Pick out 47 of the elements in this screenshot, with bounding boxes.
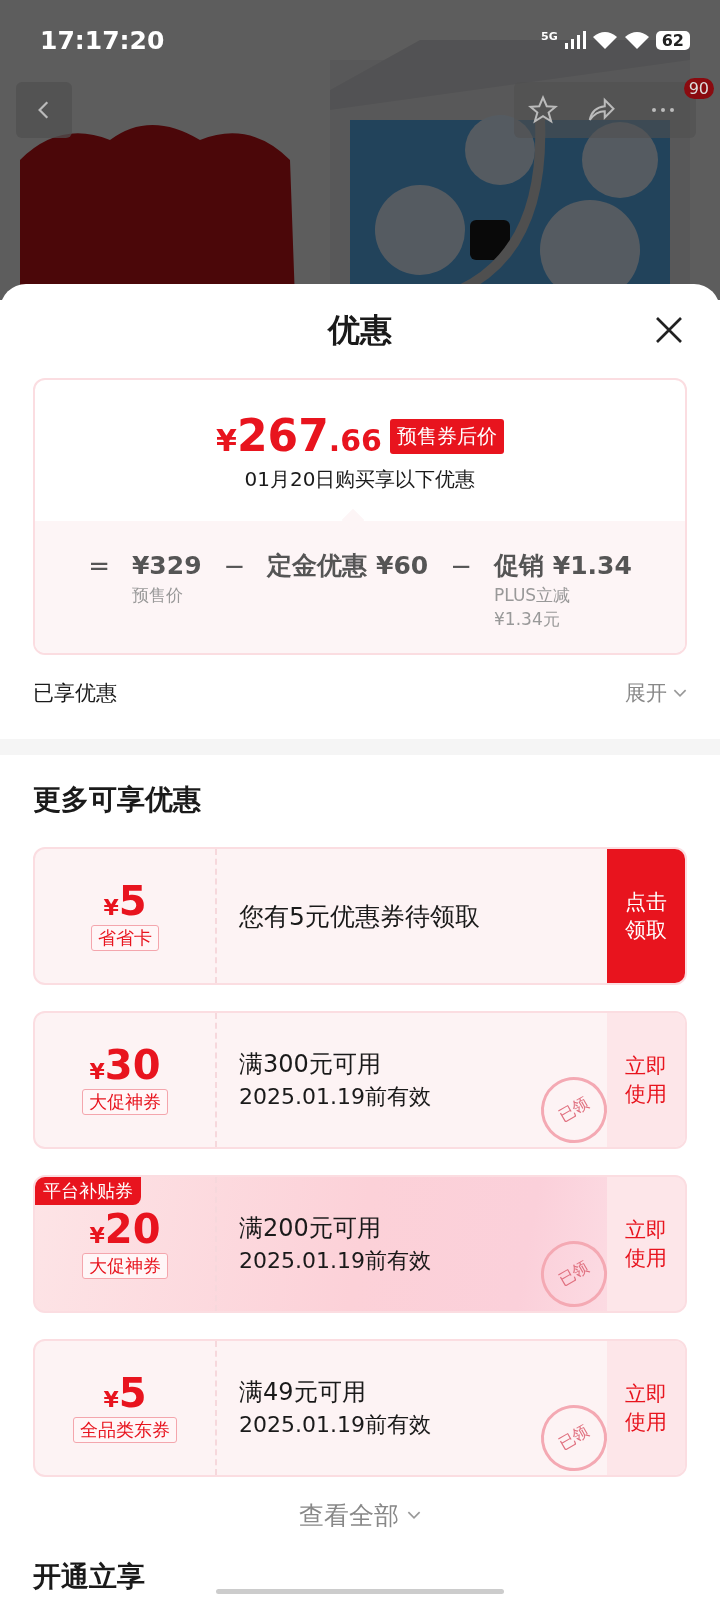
enjoyed-label: 已享优惠 (33, 680, 117, 707)
breakdown-amount: 定金优惠 ¥60 (267, 550, 429, 582)
coupon-action-button[interactable]: 立即使用 (607, 1341, 685, 1475)
view-all-button[interactable]: 查看全部 (299, 1477, 421, 1552)
final-price: ¥267.66 (216, 414, 382, 458)
coupon-tag: 平台补贴券 (35, 1177, 141, 1205)
star-icon (528, 95, 558, 125)
expand-toggle[interactable]: 展开 (625, 679, 687, 707)
operator: = (88, 550, 110, 583)
more-dots-icon (650, 107, 676, 113)
breakdown-note: PLUS立减 (494, 584, 572, 607)
coupon-type: 大促神券 (82, 1089, 168, 1115)
coupon-amount: ¥30 (89, 1045, 161, 1085)
signal-icon (563, 31, 586, 49)
coupon-action-button[interactable]: 立即使用 (607, 1177, 685, 1311)
operator: − (223, 550, 246, 583)
sheet-title: 优惠 (328, 310, 392, 351)
coupon-type: 大促神券 (82, 1253, 168, 1279)
coupon-action-button[interactable]: 立即使用 (607, 1013, 685, 1147)
coupon-amount: ¥5 (103, 1373, 147, 1413)
price-tag: 预售券后价 (389, 418, 504, 454)
coupon-validity: 2025.01.19前有效 (239, 1247, 431, 1275)
coupon-condition: 您有5元优惠券待领取 (239, 900, 480, 933)
coupon-condition: 满49元可用 (239, 1377, 366, 1408)
section-title: 开通立享 (33, 1559, 145, 1595)
wifi-icon (591, 30, 618, 50)
breakdown-amount: 促销 ¥1.34 (494, 550, 632, 582)
network-type: 5G (541, 30, 558, 43)
coupon-validity: 2025.01.19前有效 (239, 1083, 431, 1111)
coupon-condition: 满300元可用 (239, 1049, 381, 1080)
price-subtitle: 01月20日购买享以下优惠 (244, 466, 476, 493)
breakdown-note: ¥1.34元 (494, 608, 561, 631)
status-time: 17:17:20 (40, 25, 165, 55)
coupon-amount: ¥20 (89, 1209, 161, 1249)
coupon-type: 全品类东券 (73, 1417, 177, 1443)
section-title: 更多可享优惠 (33, 782, 202, 818)
coupon-action-button[interactable]: 点击领取 (607, 849, 685, 983)
chevron-down-icon (673, 688, 687, 698)
coupon-type: 省省卡 (91, 925, 159, 951)
breakdown-note: 预售价 (131, 584, 184, 607)
breakdown-amount: ¥329 (131, 550, 202, 582)
coupon-validity: 2025.01.19前有效 (239, 1411, 431, 1439)
wifi-icon (623, 30, 650, 50)
chevron-down-icon (407, 1511, 421, 1520)
coupon-condition: 满200元可用 (239, 1213, 381, 1244)
coupon-amount: ¥5 (103, 881, 147, 921)
operator: − (450, 550, 473, 583)
